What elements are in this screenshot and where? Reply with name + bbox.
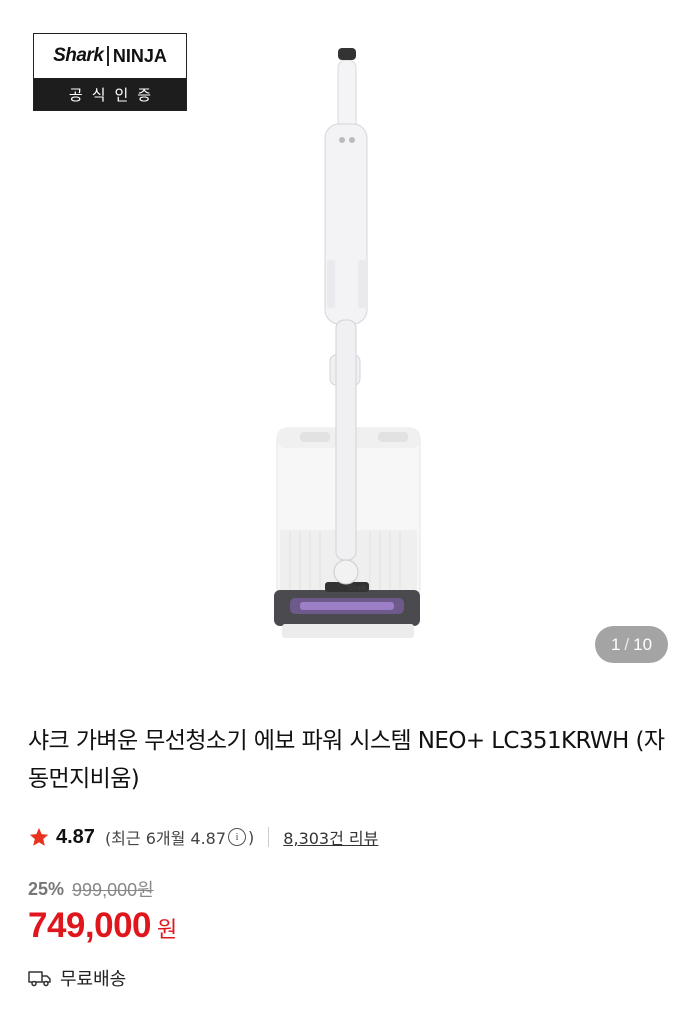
discount-row: 25% 999,000원 (28, 876, 154, 902)
original-price: 999,000원 (72, 880, 154, 900)
sale-price: 749,000 (28, 906, 152, 945)
pager-current: 1 (610, 634, 621, 654)
discount-rate: 25% (28, 878, 65, 899)
rating-divider (268, 827, 270, 847)
official-certification-badge: Shark NINJA 공식인증 (33, 33, 187, 111)
image-pager: 1 / 10 (595, 626, 668, 663)
rating-value: 4.87 (56, 825, 95, 848)
shipping-info: 무료배송 (28, 962, 126, 994)
info-icon[interactable]: i (228, 828, 247, 846)
product-title: 샤크 가벼운 무선청소기 에보 파워 시스템 NEO+ LC351KRWH (자… (28, 728, 665, 792)
brand-logo: Shark NINJA (34, 34, 186, 78)
currency-unit: 원 (157, 918, 178, 943)
review-count-link[interactable]: 8,303건 리뷰 (283, 825, 378, 849)
truck-icon (28, 971, 51, 987)
pager-separator: / (624, 634, 630, 654)
badge-label: 공식인증 (34, 78, 186, 110)
brand-divider (107, 46, 109, 66)
rating-row: 4.87 (최근 6개월 4.87 i ) 8,303건 리뷰 (28, 822, 378, 852)
svg-text:Shark: Shark (348, 585, 367, 592)
recent-rating: (최근 6개월 4.87 i ) (105, 825, 254, 849)
pager-total: 10 (633, 634, 653, 654)
product-image-gallery[interactable]: Shark Shark NINJA 공식인증 1 / 10 (0, 0, 694, 690)
star-icon (29, 827, 49, 846)
brand-name-secondary: NINJA (112, 45, 167, 66)
recent-rating-close: ) (248, 827, 255, 847)
recent-rating-text: (최근 6개월 4.87 (104, 829, 227, 848)
shipping-label: 무료배송 (60, 969, 127, 990)
brand-name: Shark (53, 45, 104, 66)
price-row: 749,000 원 (28, 906, 177, 946)
